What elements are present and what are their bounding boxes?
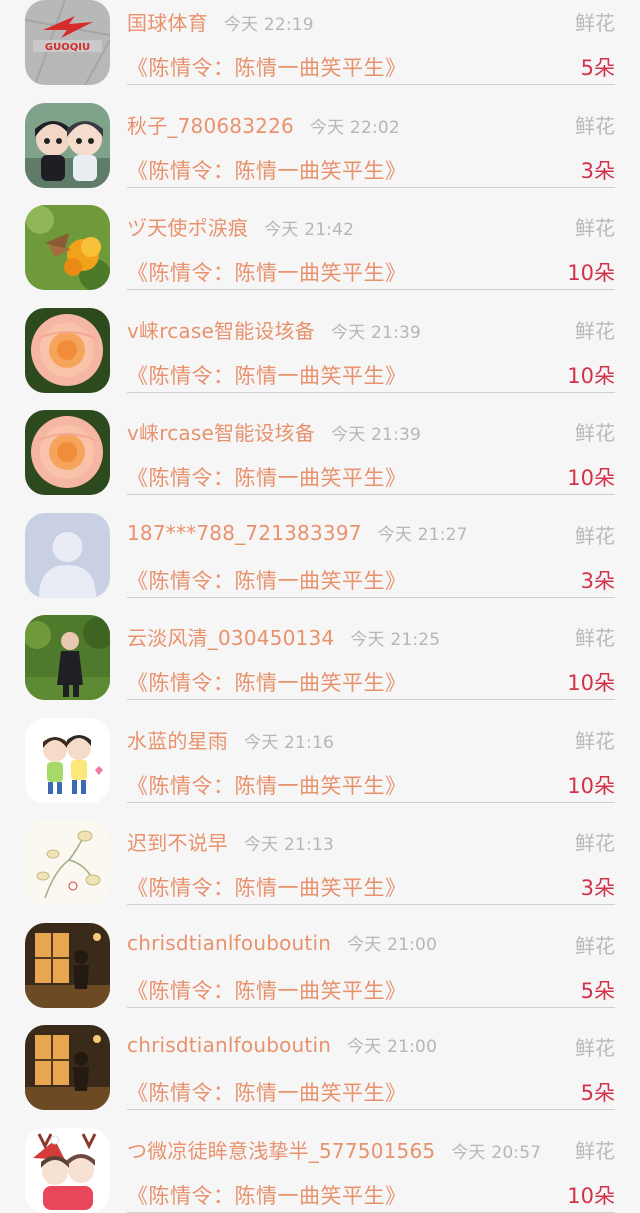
gift-count: 10朵 bbox=[567, 773, 615, 798]
gift-time: 今天 22:19 bbox=[223, 15, 314, 35]
gift-time: 今天 21:00 bbox=[347, 934, 438, 955]
work-title-link[interactable]: 《陈情令：陈情一曲笑平生》 bbox=[127, 360, 407, 390]
gift-count: 3朵 bbox=[580, 568, 615, 593]
user-name[interactable]: 云淡风清_030450134 今天 21:25 bbox=[127, 622, 440, 651]
gift-type-label: 鲜花 bbox=[575, 933, 615, 958]
gift-time: 今天 21:25 bbox=[350, 630, 441, 650]
work-title-link[interactable]: 《陈情令：陈情一曲笑平生》 bbox=[127, 667, 407, 697]
user-name[interactable]: v崃rcase智能设垓备 今天 21:39 bbox=[127, 315, 421, 344]
gift-time: 今天 22:02 bbox=[309, 117, 400, 138]
list-item[interactable]: v崃rcase智能设垓备 今天 21:39 鲜花 《陈情令：陈情一曲笑平生》 10… bbox=[0, 289, 640, 393]
gift-time: 今天 21:16 bbox=[244, 732, 334, 753]
gift-time: 今天 21:00 bbox=[347, 1037, 438, 1057]
avatar[interactable] bbox=[25, 615, 110, 700]
gift-type-label: 鲜花 bbox=[575, 318, 615, 343]
work-title-link[interactable]: 《陈情令：陈情一曲笑平生》 bbox=[127, 257, 407, 287]
default-user-icon bbox=[25, 512, 110, 598]
gift-time: 今天 21:39 bbox=[331, 322, 421, 343]
gift-time: 今天 20:57 bbox=[451, 1142, 542, 1163]
gift-type-label: 鲜花 bbox=[575, 626, 615, 650]
work-title-link[interactable]: 《陈情令：陈情一曲笑平生》 bbox=[127, 565, 407, 595]
user-name[interactable]: 水蓝的星雨 今天 21:16 bbox=[127, 725, 334, 754]
avatar[interactable] bbox=[25, 922, 110, 1008]
flower-sketch-icon bbox=[25, 820, 110, 905]
figurines-icon bbox=[25, 102, 110, 188]
gift-type-label: 鲜花 bbox=[575, 421, 615, 445]
work-title-link[interactable]: 《陈情令：陈情一曲笑平生》 bbox=[127, 1180, 407, 1210]
gift-type-label: 鲜花 bbox=[575, 216, 615, 240]
avatar[interactable] bbox=[25, 512, 110, 598]
svg-text:GUOQIU: GUOQIU bbox=[45, 42, 90, 53]
user-name[interactable]: 迟到不说早 今天 21:13 bbox=[127, 827, 334, 856]
list-item[interactable]: 迟到不说早 今天 21:13 鲜花 《陈情令：陈情一曲笑平生》 3朵 bbox=[0, 801, 640, 905]
gift-type-label: 鲜花 bbox=[575, 1036, 615, 1060]
work-title-link[interactable]: 《陈情令：陈情一曲笑平生》 bbox=[127, 975, 407, 1005]
work-title-link[interactable]: 《陈情令：陈情一曲笑平生》 bbox=[127, 1077, 407, 1107]
person-garden-icon bbox=[25, 615, 110, 700]
gift-count: 10朵 bbox=[567, 261, 615, 285]
user-name[interactable]: つ微凉徒眸意浅挚半_577501565 今天 20:57 bbox=[127, 1135, 541, 1164]
gift-count: 10朵 bbox=[567, 466, 615, 490]
butterfly-flower-icon bbox=[25, 205, 110, 290]
list-item[interactable]: 水蓝的星雨 今天 21:16 鲜花 《陈情令：陈情一曲笑平生》 10朵 bbox=[0, 699, 640, 803]
gift-type-label: 鲜花 bbox=[575, 113, 615, 138]
gift-count: 3朵 bbox=[580, 158, 615, 183]
gift-count: 5朵 bbox=[580, 1081, 615, 1105]
avatar[interactable] bbox=[25, 1127, 110, 1213]
avatar[interactable]: GUOQIU bbox=[25, 0, 110, 85]
gift-count: 5朵 bbox=[580, 56, 615, 80]
avatar[interactable] bbox=[25, 205, 110, 290]
user-name[interactable]: ヅ天使ポ涙痕 今天 21:42 bbox=[127, 212, 354, 241]
window-silhouette-icon bbox=[25, 922, 110, 1008]
list-item[interactable]: 秋子_780683226 今天 22:02 鲜花 《陈情令：陈情一曲笑平生》 3朵 bbox=[0, 84, 640, 188]
list-item[interactable]: GUOQIU 国球体育 今天 22:19 鲜花 《陈情令：陈情一曲笑平生》 5朵 bbox=[0, 0, 640, 85]
gift-type-label: 鲜花 bbox=[575, 728, 615, 753]
list-item[interactable]: つ微凉徒眸意浅挚半_577501565 今天 20:57 鲜花 《陈情令：陈情一曲… bbox=[0, 1109, 640, 1213]
gift-count: 3朵 bbox=[580, 876, 615, 900]
gift-time: 今天 21:27 bbox=[377, 524, 468, 545]
work-title-link[interactable]: 《陈情令：陈情一曲笑平生》 bbox=[127, 872, 407, 902]
gift-count: 10朵 bbox=[567, 671, 615, 695]
user-name[interactable]: 国球体育 今天 22:19 bbox=[127, 7, 314, 36]
user-name[interactable]: v崃rcase智能设垓备 今天 21:39 bbox=[127, 417, 421, 446]
list-item[interactable]: 云淡风清_030450134 今天 21:25 鲜花 《陈情令：陈情一曲笑平生》 … bbox=[0, 596, 640, 700]
gift-record-list: GUOQIU 国球体育今天 22:19 鲜花 《陈情令：陈情一曲笑平生》 5朵 bbox=[0, 0, 640, 1213]
gift-time: 今天 21:13 bbox=[244, 835, 334, 855]
avatar[interactable] bbox=[25, 820, 110, 905]
list-item[interactable]: v崃rcase智能设垓备 今天 21:39 鲜花 《陈情令：陈情一曲笑平生》 10… bbox=[0, 391, 640, 495]
divider bbox=[127, 1211, 615, 1213]
gift-type-label: 鲜花 bbox=[575, 523, 615, 548]
cartoon-couple-icon bbox=[25, 717, 110, 803]
gift-type-label: 鲜花 bbox=[575, 11, 615, 35]
gift-time: 今天 21:39 bbox=[331, 425, 421, 445]
window-silhouette-icon bbox=[25, 1025, 110, 1110]
rose-icon bbox=[25, 410, 110, 495]
user-name[interactable]: 187***788_721383397 今天 21:27 bbox=[127, 520, 468, 545]
work-title-link[interactable]: 《陈情令：陈情一曲笑平生》 bbox=[127, 155, 407, 185]
christmas-anime-icon bbox=[25, 1127, 110, 1213]
work-title-link[interactable]: 《陈情令：陈情一曲笑平生》 bbox=[127, 770, 407, 800]
user-name[interactable]: 秋子_780683226 今天 22:02 bbox=[127, 110, 400, 139]
avatar[interactable] bbox=[25, 307, 110, 393]
user-name[interactable]: chrisdtianlfouboutin 今天 21:00 bbox=[127, 1032, 437, 1057]
list-item[interactable]: chrisdtianlfouboutin 今天 21:00 鲜花 《陈情令：陈情一… bbox=[0, 1006, 640, 1110]
list-item[interactable]: 187***788_721383397 今天 21:27 鲜花 《陈情令：陈情一曲… bbox=[0, 494, 640, 598]
user-name[interactable]: chrisdtianlfouboutin 今天 21:00 bbox=[127, 930, 437, 955]
avatar[interactable] bbox=[25, 1025, 110, 1110]
gift-count: 10朵 bbox=[567, 1183, 615, 1208]
list-item[interactable]: chrisdtianlfouboutin 今天 21:00 鲜花 《陈情令：陈情一… bbox=[0, 904, 640, 1008]
gift-type-label: 鲜花 bbox=[575, 1138, 615, 1163]
work-title-link[interactable]: 《陈情令：陈情一曲笑平生》 bbox=[127, 462, 407, 492]
guoqiu-logo-icon: GUOQIU bbox=[25, 0, 110, 85]
avatar[interactable] bbox=[25, 102, 110, 188]
gift-count: 10朵 bbox=[567, 363, 615, 388]
work-title-link[interactable]: 《陈情令：陈情一曲笑平生》 bbox=[127, 52, 407, 82]
gift-count: 5朵 bbox=[580, 978, 615, 1003]
list-item[interactable]: ヅ天使ポ涙痕 今天 21:42 鲜花 《陈情令：陈情一曲笑平生》 10朵 bbox=[0, 186, 640, 290]
gift-time: 今天 21:42 bbox=[264, 220, 355, 240]
avatar[interactable] bbox=[25, 717, 110, 803]
avatar[interactable] bbox=[25, 410, 110, 495]
rose-icon bbox=[25, 307, 110, 393]
gift-type-label: 鲜花 bbox=[575, 831, 615, 855]
